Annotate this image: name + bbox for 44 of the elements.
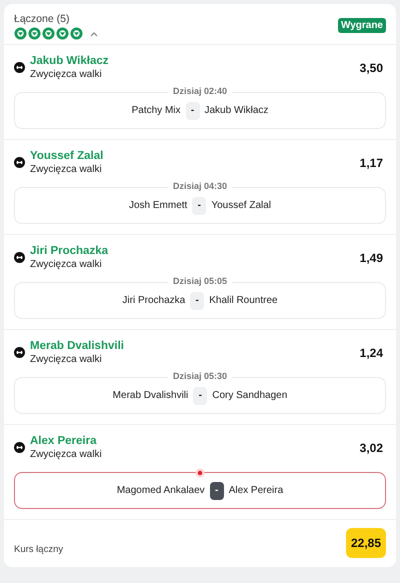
- team-name: Khalil Rountree: [209, 295, 278, 306]
- sport-icon: [14, 252, 25, 263]
- market-name: Zwycięzca walki: [30, 69, 103, 80]
- market-name: Zwycięzca walki: [30, 259, 103, 270]
- odds-value: 1,17: [360, 156, 383, 170]
- odds-value: 3,50: [360, 60, 383, 74]
- sport-icon: [14, 62, 25, 73]
- versus-separator: -: [210, 482, 224, 500]
- market-name: Zwycięzca walki: [30, 164, 103, 175]
- team-name: Jakub Wikłacz: [204, 105, 268, 116]
- versus-separator: -: [193, 386, 208, 404]
- status-badge: Wygrane: [338, 18, 386, 33]
- sport-icon: [14, 347, 25, 358]
- versus-separator: -: [192, 196, 206, 214]
- selection-name: Jakub Wikłacz: [30, 55, 110, 67]
- live-indicator-icon: [195, 468, 205, 478]
- team-name: Magomed Ankalaev: [116, 485, 205, 496]
- event-time: Dzisiaj 05:05: [168, 276, 232, 286]
- team-name: Youssef Zalal: [211, 200, 272, 211]
- total-odds-label: Kurs łączny: [14, 544, 64, 554]
- selection-name: Alex Pereira: [30, 435, 98, 447]
- event-time: Dzisiaj 02:40: [168, 86, 232, 96]
- team-name: Merab Dvalishvili: [112, 390, 188, 401]
- selection-name: Jiri Prochazka: [30, 245, 109, 257]
- odds-value: 1,24: [360, 346, 383, 360]
- versus-separator: -: [190, 292, 204, 310]
- sport-icon: [14, 157, 25, 168]
- versus-separator: -: [186, 102, 200, 120]
- team-name: Cory Sandhagen: [212, 390, 288, 401]
- odds-value: 3,02: [360, 440, 383, 454]
- team-name: Josh Emmett: [128, 200, 188, 211]
- total-odds-value: 22,85: [346, 528, 386, 558]
- market-name: Zwycięzca walki: [30, 354, 103, 365]
- odds-value: 1,49: [360, 250, 383, 264]
- selection-name: Merab Dvalishvili: [30, 340, 125, 352]
- event-time: Dzisiaj 04:30: [168, 181, 232, 191]
- event-time: Dzisiaj 05:30: [168, 371, 232, 381]
- team-name: Jiri Prochazka: [122, 295, 186, 306]
- team-name: Alex Pereira: [228, 485, 284, 496]
- market-name: Zwycięzca walki: [30, 449, 103, 460]
- team-name: Patchy Mix: [132, 105, 180, 116]
- sport-icon: [14, 442, 25, 453]
- bet-type-title: Łączone (5): [14, 13, 70, 25]
- selection-name: Youssef Zalal: [30, 150, 104, 162]
